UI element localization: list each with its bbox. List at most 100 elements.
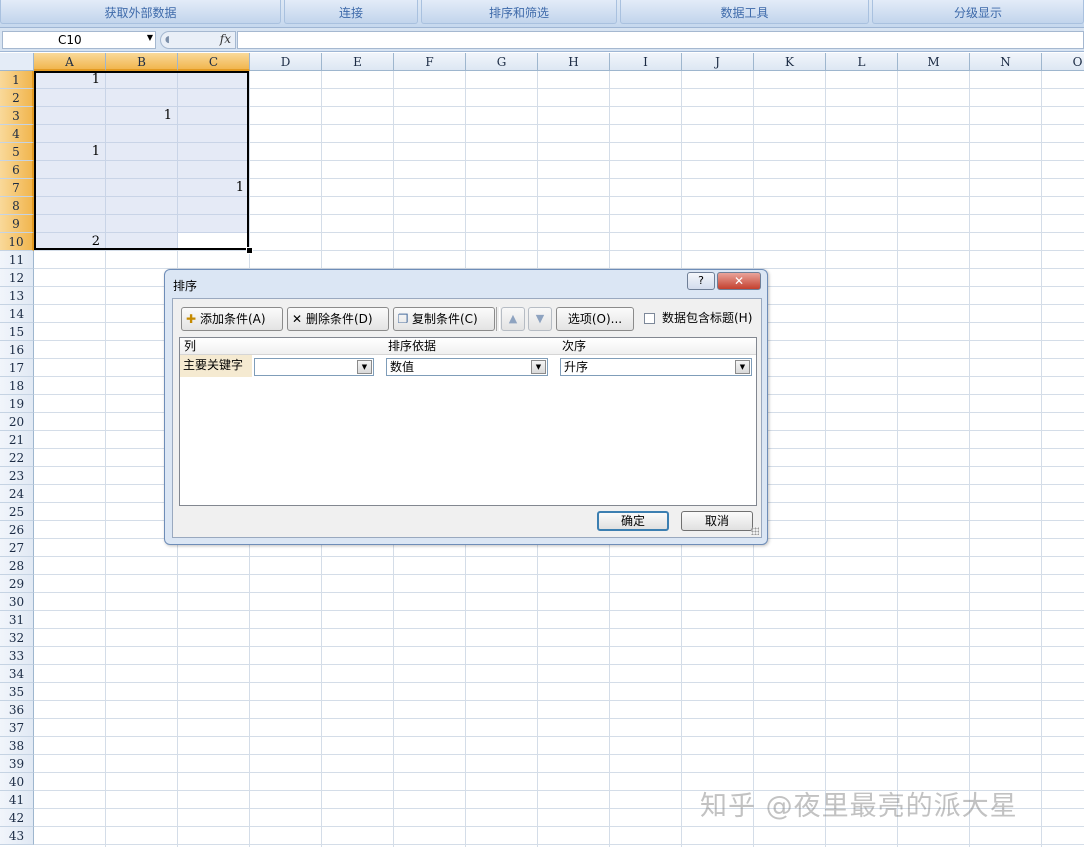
column-header-a[interactable]: A xyxy=(34,53,106,71)
column-header-l[interactable]: L xyxy=(826,53,898,71)
cell-b3[interactable]: 1 xyxy=(106,107,172,125)
row-header-40[interactable]: 40 xyxy=(0,773,34,791)
column-header-d[interactable]: D xyxy=(250,53,322,71)
cell-a10[interactable]: 2 xyxy=(34,233,100,251)
row-header-20[interactable]: 20 xyxy=(0,413,34,431)
row-header-24[interactable]: 24 xyxy=(0,485,34,503)
move-down-button[interactable]: ▼ xyxy=(528,307,552,331)
copy-level-button[interactable]: ❐ 复制条件(C) xyxy=(393,307,495,331)
column-header-f[interactable]: F xyxy=(394,53,466,71)
row-header-3[interactable]: 3 xyxy=(0,107,34,125)
row-header-10[interactable]: 10 xyxy=(0,233,34,251)
row-header-7[interactable]: 7 xyxy=(0,179,34,197)
help-button[interactable]: ? xyxy=(687,272,715,290)
ribbon-group-outline[interactable]: 分级显示 xyxy=(872,0,1084,24)
row-header-12[interactable]: 12 xyxy=(0,269,34,287)
row-header-26[interactable]: 26 xyxy=(0,521,34,539)
row-header-43[interactable]: 43 xyxy=(0,827,34,845)
row-header-32[interactable]: 32 xyxy=(0,629,34,647)
row-header-34[interactable]: 34 xyxy=(0,665,34,683)
cell-c7[interactable]: 1 xyxy=(178,179,244,197)
cell-a5[interactable]: 1 xyxy=(34,143,100,161)
row-header-6[interactable]: 6 xyxy=(0,161,34,179)
column-dropdown-icon[interactable]: ▼ xyxy=(357,360,372,374)
row-header-23[interactable]: 23 xyxy=(0,467,34,485)
row-header-37[interactable]: 37 xyxy=(0,719,34,737)
add-level-label: 添加条件(A) xyxy=(200,312,266,326)
row-header-16[interactable]: 16 xyxy=(0,341,34,359)
resize-grip[interactable] xyxy=(751,527,759,535)
row-header-8[interactable]: 8 xyxy=(0,197,34,215)
options-button[interactable]: 选项(O)... xyxy=(556,307,634,331)
header-sort-on: 排序依据 xyxy=(384,338,558,355)
ribbon-group-connections[interactable]: 连接 xyxy=(284,0,418,24)
primary-key-label: 主要关键字 xyxy=(180,355,252,377)
fill-handle[interactable] xyxy=(246,247,253,254)
has-header-label[interactable]: 数据包含标题(H) xyxy=(662,309,752,326)
ok-button[interactable]: 确定 xyxy=(597,511,669,531)
row-header-42[interactable]: 42 xyxy=(0,809,34,827)
row-header-30[interactable]: 30 xyxy=(0,593,34,611)
column-header-e[interactable]: E xyxy=(322,53,394,71)
order-dropdown-icon[interactable]: ▼ xyxy=(735,360,750,374)
column-header-h[interactable]: H xyxy=(538,53,610,71)
column-header-c[interactable]: C xyxy=(178,53,250,71)
select-all-corner[interactable] xyxy=(0,53,34,71)
add-level-button[interactable]: ✚ 添加条件(A) xyxy=(181,307,283,331)
ribbon-group-sort-filter[interactable]: 排序和筛选 xyxy=(421,0,617,24)
row-header-39[interactable]: 39 xyxy=(0,755,34,773)
row-header-35[interactable]: 35 xyxy=(0,683,34,701)
formula-input[interactable] xyxy=(237,31,1084,49)
row-header-17[interactable]: 17 xyxy=(0,359,34,377)
delete-level-button[interactable]: ✕ 删除条件(D) xyxy=(287,307,389,331)
has-header-checkbox[interactable] xyxy=(644,313,655,324)
column-header-o[interactable]: O xyxy=(1042,53,1084,71)
row-header-9[interactable]: 9 xyxy=(0,215,34,233)
row-header-19[interactable]: 19 xyxy=(0,395,34,413)
row-header-4[interactable]: 4 xyxy=(0,125,34,143)
row-header-2[interactable]: 2 xyxy=(0,89,34,107)
column-select[interactable]: ▼ xyxy=(254,358,374,376)
toolbar-separator xyxy=(496,307,500,331)
row-header-38[interactable]: 38 xyxy=(0,737,34,755)
row-header-22[interactable]: 22 xyxy=(0,449,34,467)
row-header-21[interactable]: 21 xyxy=(0,431,34,449)
row-header-36[interactable]: 36 xyxy=(0,701,34,719)
name-box[interactable]: C10 ▼ xyxy=(2,31,156,49)
row-header-28[interactable]: 28 xyxy=(0,557,34,575)
row-header-13[interactable]: 13 xyxy=(0,287,34,305)
close-button[interactable]: ✕ xyxy=(717,272,761,290)
cancel-button[interactable]: 取消 xyxy=(681,511,753,531)
expand-formula-icon[interactable]: ◖ xyxy=(165,35,170,45)
column-header-m[interactable]: M xyxy=(898,53,970,71)
row-header-41[interactable]: 41 xyxy=(0,791,34,809)
insert-function-icon[interactable]: fx xyxy=(220,32,231,46)
ribbon-group-data-tools[interactable]: 数据工具 xyxy=(620,0,869,24)
row-header-29[interactable]: 29 xyxy=(0,575,34,593)
column-header-g[interactable]: G xyxy=(466,53,538,71)
column-header-k[interactable]: K xyxy=(754,53,826,71)
row-header-15[interactable]: 15 xyxy=(0,323,34,341)
name-box-dropdown-icon[interactable]: ▼ xyxy=(147,33,153,42)
row-header-5[interactable]: 5 xyxy=(0,143,34,161)
row-header-27[interactable]: 27 xyxy=(0,539,34,557)
order-select[interactable]: 升序 ▼ xyxy=(560,358,752,376)
column-header-n[interactable]: N xyxy=(970,53,1042,71)
row-header-1[interactable]: 1 xyxy=(0,71,34,89)
cell-a1[interactable]: 1 xyxy=(34,71,100,89)
column-header-i[interactable]: I xyxy=(610,53,682,71)
row-header-25[interactable]: 25 xyxy=(0,503,34,521)
active-cell[interactable] xyxy=(178,233,247,248)
sort-on-select[interactable]: 数值 ▼ xyxy=(386,358,548,376)
sort-on-dropdown-icon[interactable]: ▼ xyxy=(531,360,546,374)
row-header-18[interactable]: 18 xyxy=(0,377,34,395)
column-header-b[interactable]: B xyxy=(106,53,178,71)
row-header-33[interactable]: 33 xyxy=(0,647,34,665)
column-header-j[interactable]: J xyxy=(682,53,754,71)
row-header-11[interactable]: 11 xyxy=(0,251,34,269)
sort-on-value: 数值 xyxy=(390,360,415,374)
row-header-31[interactable]: 31 xyxy=(0,611,34,629)
move-up-button[interactable]: ▲ xyxy=(501,307,525,331)
ribbon-group-get-external-data[interactable]: 获取外部数据 xyxy=(0,0,281,24)
row-header-14[interactable]: 14 xyxy=(0,305,34,323)
